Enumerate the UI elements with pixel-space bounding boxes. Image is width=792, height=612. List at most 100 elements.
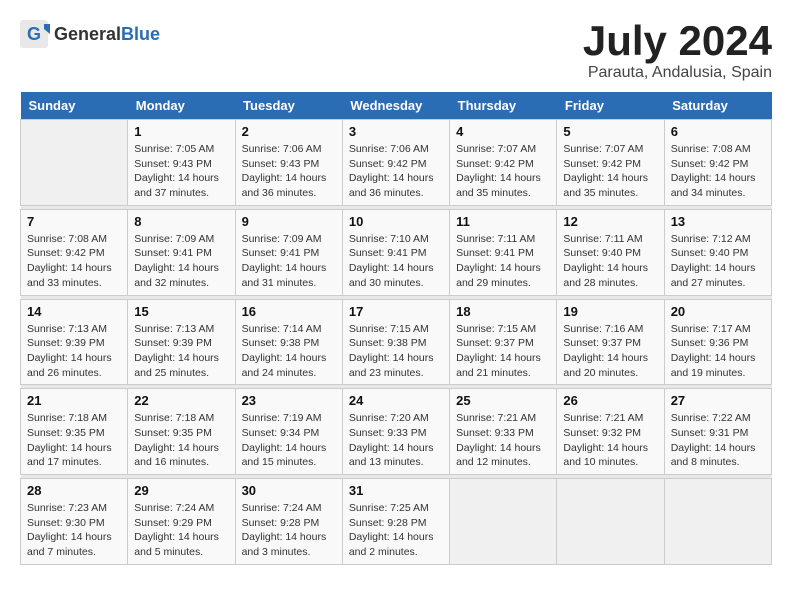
calendar-day-cell: [21, 120, 128, 206]
day-sun-info: Sunrise: 7:24 AMSunset: 9:29 PMDaylight:…: [134, 501, 228, 560]
calendar-week-row: 28 Sunrise: 7:23 AMSunset: 9:30 PMDayligh…: [21, 479, 772, 565]
day-sun-info: Sunrise: 7:06 AMSunset: 9:43 PMDaylight:…: [242, 142, 336, 201]
calendar-day-cell: 7 Sunrise: 7:08 AMSunset: 9:42 PMDaylight…: [21, 209, 128, 295]
day-sun-info: Sunrise: 7:24 AMSunset: 9:28 PMDaylight:…: [242, 501, 336, 560]
day-number: 30: [242, 483, 336, 498]
day-number: 20: [671, 304, 765, 319]
day-header-saturday: Saturday: [664, 92, 771, 120]
day-sun-info: Sunrise: 7:21 AMSunset: 9:32 PMDaylight:…: [563, 411, 657, 470]
day-number: 1: [134, 124, 228, 139]
calendar-day-cell: 30 Sunrise: 7:24 AMSunset: 9:28 PMDayligh…: [235, 479, 342, 565]
calendar-day-cell: 20 Sunrise: 7:17 AMSunset: 9:36 PMDayligh…: [664, 299, 771, 385]
day-sun-info: Sunrise: 7:07 AMSunset: 9:42 PMDaylight:…: [456, 142, 550, 201]
calendar-day-cell: 31Sunrise: 7:25 AMSunset: 9:28 PMDayligh…: [342, 479, 449, 565]
day-number: 23: [242, 393, 336, 408]
calendar-day-cell: 15 Sunrise: 7:13 AMSunset: 9:39 PMDayligh…: [128, 299, 235, 385]
day-sun-info: Sunrise: 7:14 AMSunset: 9:38 PMDaylight:…: [242, 322, 336, 381]
day-number: 3: [349, 124, 443, 139]
days-header-row: SundayMondayTuesdayWednesdayThursdayFrid…: [21, 92, 772, 120]
calendar-week-row: 1 Sunrise: 7:05 AMSunset: 9:43 PMDaylight…: [21, 120, 772, 206]
day-sun-info: Sunrise: 7:17 AMSunset: 9:36 PMDaylight:…: [671, 322, 765, 381]
day-number: 24: [349, 393, 443, 408]
day-sun-info: Sunrise: 7:21 AMSunset: 9:33 PMDaylight:…: [456, 411, 550, 470]
day-number: 8: [134, 214, 228, 229]
day-number: 2: [242, 124, 336, 139]
day-sun-info: Sunrise: 7:11 AMSunset: 9:41 PMDaylight:…: [456, 232, 550, 291]
day-sun-info: Sunrise: 7:10 AMSunset: 9:41 PMDaylight:…: [349, 232, 443, 291]
calendar-day-cell: 5Sunrise: 7:07 AMSunset: 9:42 PMDaylight…: [557, 120, 664, 206]
calendar-day-cell: 6 Sunrise: 7:08 AMSunset: 9:42 PMDaylight…: [664, 120, 771, 206]
calendar-day-cell: 24 Sunrise: 7:20 AMSunset: 9:33 PMDayligh…: [342, 389, 449, 475]
day-sun-info: Sunrise: 7:11 AMSunset: 9:40 PMDaylight:…: [563, 232, 657, 291]
day-sun-info: Sunrise: 7:13 AMSunset: 9:39 PMDaylight:…: [134, 322, 228, 381]
day-number: 21: [27, 393, 121, 408]
day-number: 27: [671, 393, 765, 408]
day-sun-info: Sunrise: 7:16 AMSunset: 9:37 PMDaylight:…: [563, 322, 657, 381]
calendar-day-cell: 29 Sunrise: 7:24 AMSunset: 9:29 PMDayligh…: [128, 479, 235, 565]
day-number: 14: [27, 304, 121, 319]
logo-general-text: General: [54, 24, 121, 45]
calendar-day-cell: [664, 479, 771, 565]
day-number: 4: [456, 124, 550, 139]
calendar-table: SundayMondayTuesdayWednesdayThursdayFrid…: [20, 92, 772, 565]
day-number: 9: [242, 214, 336, 229]
calendar-day-cell: 13Sunrise: 7:12 AMSunset: 9:40 PMDayligh…: [664, 209, 771, 295]
day-number: 10: [349, 214, 443, 229]
calendar-day-cell: 18 Sunrise: 7:15 AMSunset: 9:37 PMDayligh…: [450, 299, 557, 385]
calendar-day-cell: 11Sunrise: 7:11 AMSunset: 9:41 PMDayligh…: [450, 209, 557, 295]
calendar-week-row: 21 Sunrise: 7:18 AMSunset: 9:35 PMDayligh…: [21, 389, 772, 475]
calendar-day-cell: 28 Sunrise: 7:23 AMSunset: 9:30 PMDayligh…: [21, 479, 128, 565]
calendar-day-cell: 25 Sunrise: 7:21 AMSunset: 9:33 PMDayligh…: [450, 389, 557, 475]
day-number: 15: [134, 304, 228, 319]
day-number: 6: [671, 124, 765, 139]
day-sun-info: Sunrise: 7:15 AMSunset: 9:37 PMDaylight:…: [456, 322, 550, 381]
day-number: 16: [242, 304, 336, 319]
calendar-day-cell: 27Sunrise: 7:22 AMSunset: 9:31 PMDayligh…: [664, 389, 771, 475]
day-number: 13: [671, 214, 765, 229]
day-number: 19: [563, 304, 657, 319]
day-sun-info: Sunrise: 7:13 AMSunset: 9:39 PMDaylight:…: [27, 322, 121, 381]
logo-blue-text: Blue: [121, 24, 160, 45]
day-sun-info: Sunrise: 7:09 AMSunset: 9:41 PMDaylight:…: [134, 232, 228, 291]
header: G General Blue July 2024 Parauta, Andalu…: [20, 20, 772, 82]
calendar-day-cell: 19 Sunrise: 7:16 AMSunset: 9:37 PMDayligh…: [557, 299, 664, 385]
day-sun-info: Sunrise: 7:19 AMSunset: 9:34 PMDaylight:…: [242, 411, 336, 470]
day-number: 22: [134, 393, 228, 408]
calendar-day-cell: 23 Sunrise: 7:19 AMSunset: 9:34 PMDayligh…: [235, 389, 342, 475]
calendar-day-cell: 22 Sunrise: 7:18 AMSunset: 9:35 PMDayligh…: [128, 389, 235, 475]
day-sun-info: Sunrise: 7:20 AMSunset: 9:33 PMDaylight:…: [349, 411, 443, 470]
day-number: 18: [456, 304, 550, 319]
calendar-day-cell: 17Sunrise: 7:15 AMSunset: 9:38 PMDayligh…: [342, 299, 449, 385]
day-sun-info: Sunrise: 7:09 AMSunset: 9:41 PMDaylight:…: [242, 232, 336, 291]
day-number: 7: [27, 214, 121, 229]
day-number: 25: [456, 393, 550, 408]
calendar-day-cell: [450, 479, 557, 565]
day-header-sunday: Sunday: [21, 92, 128, 120]
day-number: 17: [349, 304, 443, 319]
month-year-title: July 2024: [583, 20, 772, 62]
day-number: 28: [27, 483, 121, 498]
day-sun-info: Sunrise: 7:23 AMSunset: 9:30 PMDaylight:…: [27, 501, 121, 560]
calendar-week-row: 14 Sunrise: 7:13 AMSunset: 9:39 PMDayligh…: [21, 299, 772, 385]
logo-icon: G: [20, 20, 50, 48]
day-header-wednesday: Wednesday: [342, 92, 449, 120]
day-number: 29: [134, 483, 228, 498]
day-sun-info: Sunrise: 7:18 AMSunset: 9:35 PMDaylight:…: [134, 411, 228, 470]
calendar-day-cell: 4 Sunrise: 7:07 AMSunset: 9:42 PMDaylight…: [450, 120, 557, 206]
day-number: 5: [563, 124, 657, 139]
calendar-day-cell: 12Sunrise: 7:11 AMSunset: 9:40 PMDayligh…: [557, 209, 664, 295]
day-sun-info: Sunrise: 7:08 AMSunset: 9:42 PMDaylight:…: [27, 232, 121, 291]
calendar-day-cell: 10 Sunrise: 7:10 AMSunset: 9:41 PMDayligh…: [342, 209, 449, 295]
day-sun-info: Sunrise: 7:08 AMSunset: 9:42 PMDaylight:…: [671, 142, 765, 201]
calendar-day-cell: [557, 479, 664, 565]
calendar-day-cell: 1 Sunrise: 7:05 AMSunset: 9:43 PMDaylight…: [128, 120, 235, 206]
day-sun-info: Sunrise: 7:25 AMSunset: 9:28 PMDaylight:…: [349, 501, 443, 560]
day-sun-info: Sunrise: 7:18 AMSunset: 9:35 PMDaylight:…: [27, 411, 121, 470]
calendar-day-cell: 2 Sunrise: 7:06 AMSunset: 9:43 PMDaylight…: [235, 120, 342, 206]
calendar-day-cell: 9 Sunrise: 7:09 AMSunset: 9:41 PMDaylight…: [235, 209, 342, 295]
day-header-thursday: Thursday: [450, 92, 557, 120]
calendar-day-cell: 3Sunrise: 7:06 AMSunset: 9:42 PMDaylight…: [342, 120, 449, 206]
calendar-day-cell: 21 Sunrise: 7:18 AMSunset: 9:35 PMDayligh…: [21, 389, 128, 475]
day-sun-info: Sunrise: 7:05 AMSunset: 9:43 PMDaylight:…: [134, 142, 228, 201]
calendar-day-cell: 16 Sunrise: 7:14 AMSunset: 9:38 PMDayligh…: [235, 299, 342, 385]
